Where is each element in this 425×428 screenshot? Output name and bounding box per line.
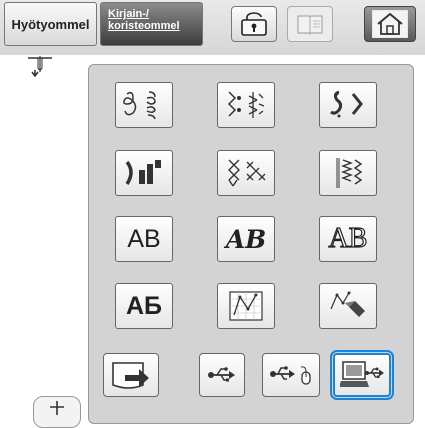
- zigzag-stitch-icon: [336, 158, 363, 188]
- computer-usb-button[interactable]: [330, 350, 394, 400]
- my-custom-stitch-button[interactable]: [217, 283, 275, 329]
- custom-stitch-grid-icon: [229, 291, 263, 321]
- usb-mouse-button[interactable]: [262, 353, 320, 397]
- gothic-font-glyph: AB: [127, 224, 161, 253]
- script-font-glyph: AB: [225, 224, 267, 254]
- tab-character-label-line1: Kirjain-/: [108, 8, 149, 20]
- cross-stitch-pattern-button[interactable]: [217, 150, 275, 196]
- usb-media-button[interactable]: [199, 353, 245, 397]
- usb-icon: [208, 367, 235, 382]
- needle-position-indicator: [28, 56, 52, 83]
- needle-mode-icon: [50, 401, 64, 415]
- tab-utility-label: Hyötyommel: [11, 16, 90, 32]
- step-satin-icon: [125, 160, 161, 185]
- usb-mouse-icon: [270, 366, 311, 385]
- home-button[interactable]: [364, 6, 416, 42]
- cross-stitch-icon: [228, 159, 266, 187]
- cyrillic-font-glyph: АБ: [125, 291, 163, 320]
- outline-font-button[interactable]: AB: [319, 216, 377, 262]
- satin-stitch-icon: [330, 90, 363, 118]
- needle-mode-button[interactable]: [33, 396, 81, 428]
- stitch-category-panel: AB AB AB АБ: [88, 64, 414, 424]
- lock-icon: [241, 12, 267, 36]
- flourish-stitch-icon: [123, 91, 156, 120]
- floral-pattern-button[interactable]: [217, 82, 275, 128]
- tab-character-decorative[interactable]: Kirjain-/ koristeommel: [100, 2, 203, 46]
- lock-button[interactable]: [231, 6, 277, 42]
- book-icon: [297, 15, 323, 35]
- top-toolbar: Hyötyommel Kirjain-/ koristeommel: [0, 0, 425, 55]
- stitch-edit-pen-icon: [330, 291, 365, 317]
- tab-utility-stitch[interactable]: Hyötyommel: [4, 2, 97, 46]
- cyrillic-font-button[interactable]: АБ: [115, 283, 173, 329]
- manual-button: [287, 6, 333, 42]
- script-font-button[interactable]: AB: [217, 216, 275, 262]
- pocket-recall-button[interactable]: [103, 353, 159, 397]
- step-satin-pattern-button[interactable]: [115, 150, 173, 196]
- needle-icon: [28, 56, 52, 78]
- home-icon: [372, 10, 408, 38]
- outline-font-glyph: AB: [328, 222, 368, 254]
- gothic-font-button[interactable]: AB: [115, 216, 173, 262]
- pocket-arrow-icon: [112, 362, 149, 389]
- custom-stitch-edit-button[interactable]: [319, 283, 377, 329]
- utility-decorative-pattern-button[interactable]: [319, 150, 377, 196]
- computer-usb-icon: [340, 361, 384, 387]
- decorative-flourish-pattern-button[interactable]: [115, 82, 173, 128]
- satin-pattern-button[interactable]: [319, 82, 377, 128]
- floral-stitch-icon: [227, 91, 265, 118]
- tab-character-label-line2: koristeommel: [108, 20, 180, 32]
